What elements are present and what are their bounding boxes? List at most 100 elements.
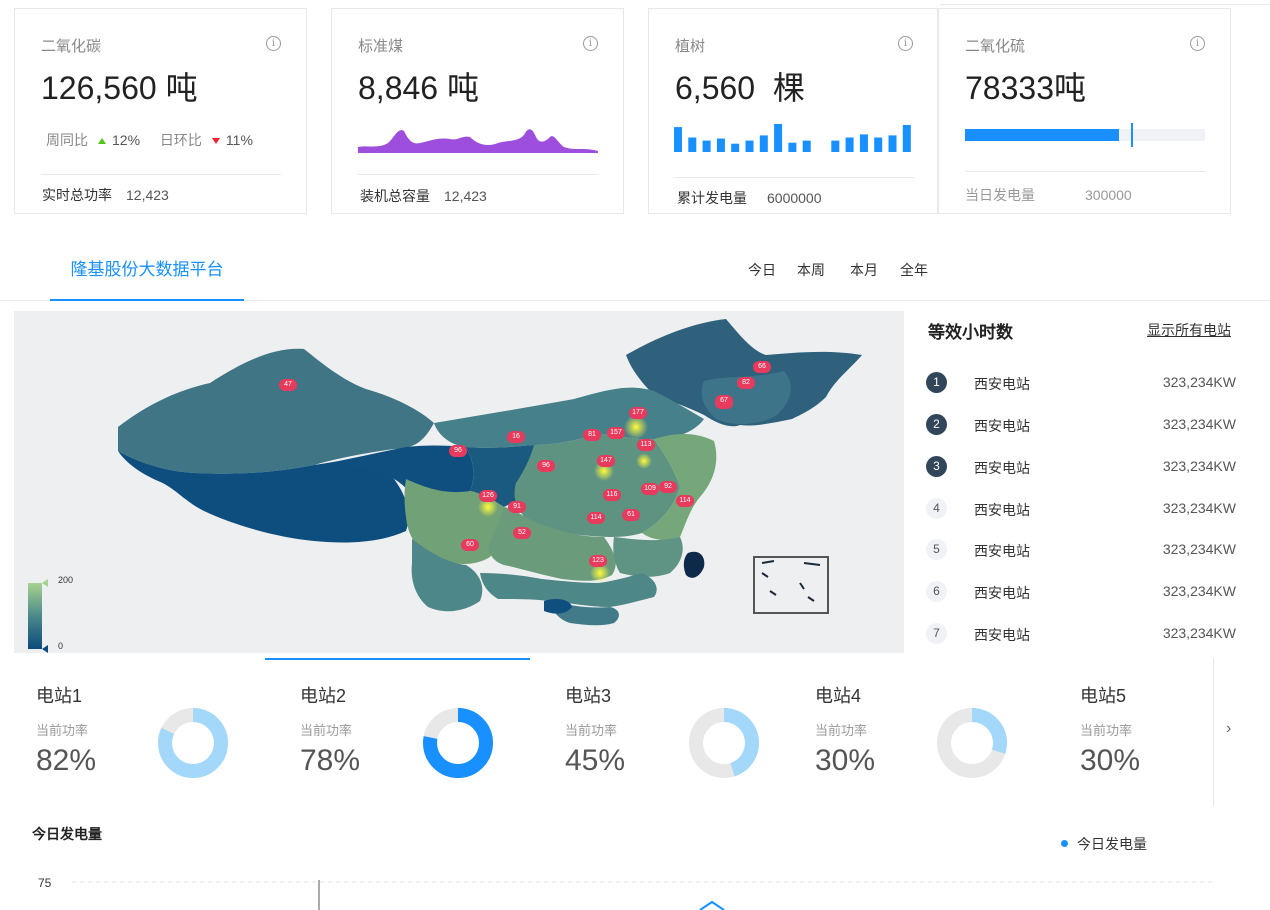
info-icon[interactable]: i xyxy=(266,36,281,51)
map-pin-icon[interactable]: 96 xyxy=(537,460,555,472)
map-pin-icon[interactable]: 114 xyxy=(587,512,605,524)
station-value: 323,234KW xyxy=(1162,541,1236,557)
map-pin-icon[interactable]: 109 xyxy=(641,483,659,495)
legend-handle-icon[interactable] xyxy=(42,645,48,653)
station-name: 西安电站 xyxy=(974,585,1030,601)
card-so2: 二氧化硫 i 78333吨 当日发电量 300000 xyxy=(938,8,1231,214)
card-title: 标准煤 xyxy=(358,38,404,55)
rank-badge: 6 xyxy=(926,581,947,602)
period-today[interactable]: 今日 xyxy=(748,260,776,280)
donut-chart xyxy=(937,708,1007,778)
mini-bar xyxy=(888,135,897,152)
station-title: 电站2 xyxy=(300,686,347,706)
mini-bar xyxy=(688,137,697,152)
line-chart xyxy=(72,880,1216,910)
divider xyxy=(965,171,1205,172)
map-pin-icon[interactable]: 52 xyxy=(513,527,531,539)
card-title: 二氧化碳 xyxy=(41,38,102,55)
mini-bar xyxy=(702,140,711,152)
rank-badge: 2 xyxy=(926,414,947,435)
map-pin-icon[interactable]: 66 xyxy=(753,361,771,373)
map-pin-icon[interactable]: 92 xyxy=(659,481,677,493)
card-co2: 二氧化碳 i 126,560 吨 周同比 12% 日环比 11% 实时总功率 12,4… xyxy=(14,8,307,214)
map-pin-icon[interactable]: 96 xyxy=(449,445,467,457)
card-footer: 实时总功率 12,423 xyxy=(42,187,169,203)
map-legend-bar xyxy=(28,583,42,649)
region-taiwan[interactable] xyxy=(683,551,705,578)
station-name: 西安电站 xyxy=(974,376,1030,392)
ranking-row[interactable]: 7 西安电站 323,234KW xyxy=(926,623,1236,645)
ranking-row[interactable]: 4 西安电站 323,234KW xyxy=(926,498,1236,520)
map-pin-icon[interactable]: 16 xyxy=(507,431,525,443)
card-footer: 累计发电量 6000000 xyxy=(677,190,822,206)
station-carousel: 电站1 当前功率 82% 电站2 当前功率 78% 电站3 当前功率 45% 电站4 当前功率 30%… xyxy=(0,658,1214,806)
card-value: 6,560 棵 xyxy=(675,70,805,106)
map-pin-icon[interactable]: 91 xyxy=(508,501,526,513)
mini-bar xyxy=(902,125,911,152)
map-pin-icon[interactable]: 177 xyxy=(629,407,647,419)
week-label: 周同比 xyxy=(46,132,88,148)
map-pin-icon[interactable]: 61 xyxy=(622,509,640,521)
map-svg xyxy=(28,319,862,653)
legend-min: 0 xyxy=(58,641,64,651)
arrow-up-icon xyxy=(98,138,106,144)
tab-platform[interactable]: 隆基股份大数据平台 xyxy=(50,240,244,301)
map-pin-icon[interactable]: 147 xyxy=(597,455,615,467)
station-value: 323,234KW xyxy=(1162,416,1236,432)
card-title: 植树 xyxy=(675,38,706,55)
map-pin-icon[interactable]: 123 xyxy=(589,555,607,567)
progress-target-marker xyxy=(1130,123,1133,147)
ranking-row[interactable]: 6 西安电站 323,234KW xyxy=(926,581,1236,603)
chevron-right-icon[interactable]: › xyxy=(1226,720,1231,738)
china-heatmap[interactable]: 200 0 47 177 157 81 113 147 96 126 91 114 61 92 109 1… xyxy=(14,311,904,653)
period-year[interactable]: 全年 xyxy=(900,260,928,280)
station-card[interactable]: 电站5 当前功率 30% xyxy=(1080,658,1270,806)
rank-badge: 3 xyxy=(926,456,947,477)
info-icon[interactable]: i xyxy=(583,36,598,51)
legend-handle-icon[interactable] xyxy=(42,579,48,587)
donut-chart xyxy=(423,708,493,778)
map-pin-icon[interactable]: 60 xyxy=(461,539,479,551)
station-name: 西安电站 xyxy=(974,418,1030,434)
region-jiangxi[interactable] xyxy=(613,537,683,577)
mini-bar xyxy=(845,137,854,152)
inset-islands xyxy=(761,560,821,602)
show-all-stations-link[interactable]: 显示所有电站 xyxy=(1147,320,1231,340)
card-value: 126,560 吨 xyxy=(41,70,198,106)
card-footer: 当日发电量 300000 xyxy=(965,187,1132,203)
info-icon[interactable]: i xyxy=(898,36,913,51)
rank-badge: 4 xyxy=(926,498,947,519)
station-value: 323,234KW xyxy=(1162,625,1236,641)
ranking-row[interactable]: 2 西安电站 323,234KW xyxy=(926,414,1236,436)
station-card[interactable]: 电站3 当前功率 45% xyxy=(565,658,805,806)
map-pin-icon[interactable]: 47 xyxy=(279,379,297,391)
map-pin-icon[interactable]: 67 xyxy=(715,395,733,407)
map-pin-icon[interactable]: 116 xyxy=(603,489,621,501)
power-value: 82% xyxy=(36,744,97,777)
arrow-down-icon xyxy=(211,138,220,144)
station-value: 323,234KW xyxy=(1162,583,1236,599)
station-card[interactable]: 电站2 当前功率 78% xyxy=(300,658,540,806)
period-week[interactable]: 本周 xyxy=(797,260,825,280)
rank-badge: 5 xyxy=(926,539,947,560)
chart-legend[interactable]: 今日发电量 xyxy=(1077,834,1147,854)
ranking-row[interactable]: 1 西安电站 323,234KW xyxy=(926,372,1236,394)
map-pin-icon[interactable]: 114 xyxy=(676,495,694,507)
ranking-row[interactable]: 5 西安电站 323,234KW xyxy=(926,539,1236,561)
map-pin-icon[interactable]: 157 xyxy=(607,427,625,439)
map-pin-icon[interactable]: 113 xyxy=(637,439,655,451)
info-icon[interactable]: i xyxy=(1190,36,1205,51)
donut-chart xyxy=(689,708,759,778)
map-pin-icon[interactable]: 81 xyxy=(583,429,601,441)
station-name: 西安电站 xyxy=(974,460,1030,476)
mini-bar xyxy=(731,143,740,152)
power-label: 当前功率 xyxy=(36,723,89,738)
ranking-title: 等效小时数 xyxy=(928,323,1013,342)
power-value: 78% xyxy=(300,744,361,777)
map-pin-icon[interactable]: 82 xyxy=(737,377,755,389)
period-month[interactable]: 本月 xyxy=(850,260,878,280)
map-pin-icon[interactable]: 126 xyxy=(479,490,497,502)
rank-badge: 7 xyxy=(926,623,947,644)
top-divider xyxy=(940,4,1270,5)
ranking-row[interactable]: 3 西安电站 323,234KW xyxy=(926,456,1236,478)
